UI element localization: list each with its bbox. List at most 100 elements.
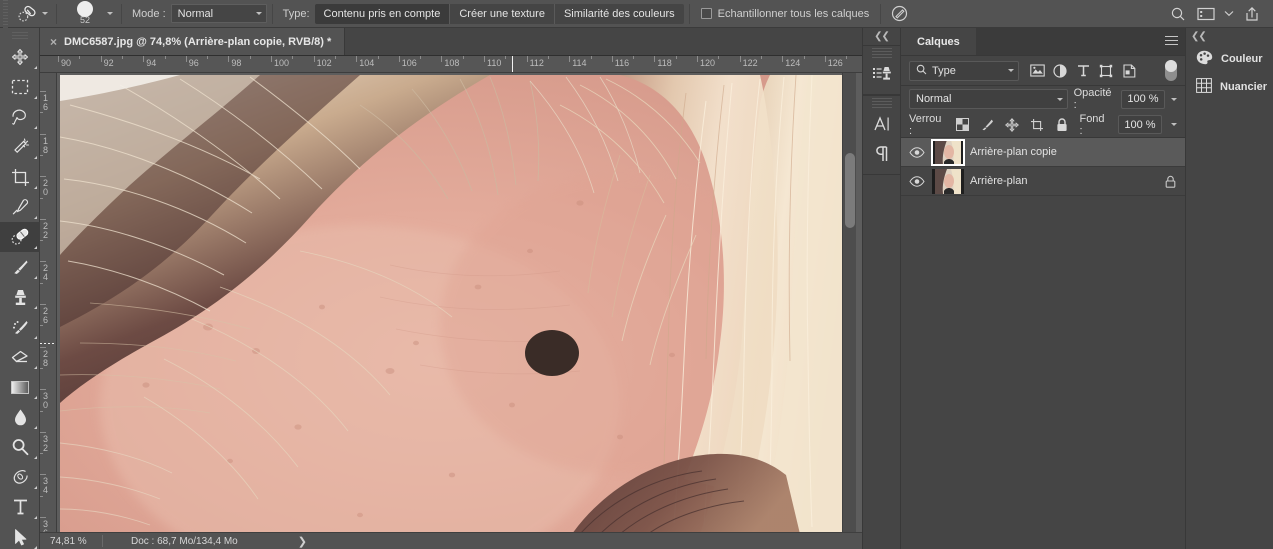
brush-preset-picker[interactable]: 52 [62, 0, 116, 28]
document-canvas[interactable] [57, 73, 862, 532]
layer-blend-mode-select[interactable]: Normal [909, 89, 1068, 109]
layer-name: Arrière-plan [970, 175, 1028, 187]
collapse-panel-icon[interactable]: ❮❮ [863, 28, 900, 45]
clone-stamp-tool[interactable] [0, 282, 40, 312]
lock-all-icon[interactable] [1054, 117, 1070, 133]
layer-visibility-toggle[interactable] [907, 175, 926, 187]
lock-artboard-icon[interactable] [1029, 117, 1045, 133]
lock-transparency-icon[interactable] [954, 117, 970, 133]
filter-enable-toggle[interactable] [1165, 60, 1177, 81]
table-row[interactable]: Arrière-plan copie [901, 138, 1185, 167]
ruler-tick-minor [40, 282, 43, 284]
tool-flyout-indicator [34, 486, 37, 489]
sample-all-layers-checkbox[interactable] [700, 8, 712, 19]
layer-filter-icons [1029, 63, 1137, 79]
ruler-tick-minor [40, 240, 43, 242]
vertical-ruler[interactable]: 16 18 20 22 24 26 28 30 32 34 36 [40, 73, 57, 532]
magic-wand-tool[interactable] [0, 132, 40, 162]
pen-tool[interactable] [0, 462, 40, 492]
swatches-panel-button[interactable]: Nuancier [1186, 73, 1273, 101]
character-panel-button[interactable] [863, 110, 900, 140]
tab-calques[interactable]: Calques [901, 28, 976, 55]
eyedropper-tool[interactable] [0, 192, 40, 222]
fill-type-segmented-control: Contenu pris en compte Créer une texture… [314, 3, 684, 24]
adjustment-layer-filter-icon[interactable] [1052, 63, 1068, 79]
ruler-label: 118 [657, 58, 672, 68]
marquee-tool[interactable] [0, 72, 40, 102]
type-option-create-texture[interactable]: Créer une texture [450, 3, 555, 24]
ruler-tick-minor [377, 56, 379, 59]
ruler-label: 106 [401, 58, 417, 68]
ruler-label: 124 [785, 58, 801, 68]
type-option-color-similarity[interactable]: Similarité des couleurs [554, 3, 684, 24]
pixel-layer-filter-icon[interactable] [1029, 63, 1045, 79]
layer-thumbnail[interactable] [931, 138, 965, 166]
move-tool[interactable] [0, 42, 40, 72]
table-row[interactable]: Arrière-plan [901, 167, 1185, 196]
canvas-vertical-scrollbar[interactable] [842, 73, 856, 532]
status-bar: 74,81 % Doc : 68,7 Mo/134,4 Mo ❯ [40, 532, 862, 549]
pressure-tablet-icon[interactable] [886, 2, 912, 26]
paragraph-panel-button[interactable] [863, 140, 900, 170]
eraser-tool[interactable] [0, 342, 40, 372]
brush-tool[interactable] [0, 252, 40, 282]
gradient-tool[interactable] [0, 372, 40, 402]
status-expand-arrow-icon[interactable]: ❯ [298, 535, 307, 548]
layer-locked-icon[interactable] [1163, 175, 1177, 188]
ruler-tick-minor [675, 56, 677, 59]
type-layer-filter-icon[interactable] [1075, 63, 1091, 79]
layer-filter-type-select[interactable]: Type [909, 60, 1019, 81]
type-option-content-aware[interactable]: Contenu pris en compte [314, 3, 451, 24]
current-tool-chip[interactable] [11, 3, 51, 25]
fill-stepper-chevron-icon[interactable] [1171, 123, 1177, 126]
zoom-level-field[interactable]: 74,81 % [40, 536, 102, 547]
fill-field[interactable]: 100 % [1118, 115, 1162, 134]
dodge-tool[interactable] [0, 432, 40, 462]
path-selection-tool[interactable] [0, 522, 40, 549]
close-icon[interactable]: × [50, 36, 57, 48]
photo-image[interactable] [60, 75, 845, 532]
ruler-tick-minor [420, 56, 422, 59]
blend-mode-select[interactable]: Normal [170, 4, 267, 23]
vertical-scrollbar-thumb[interactable] [845, 153, 855, 228]
clone-source-panel-button[interactable] [863, 60, 900, 90]
ruler-tick-minor [547, 56, 549, 59]
layer-thumbnail[interactable] [932, 168, 964, 194]
tools-panel-grip[interactable] [0, 28, 39, 42]
blur-tool[interactable] [0, 402, 40, 432]
opacity-stepper-chevron-icon[interactable] [1171, 97, 1177, 101]
history-brush-tool[interactable] [0, 312, 40, 342]
type-tool[interactable] [0, 492, 40, 522]
panel-group-grip[interactable] [871, 48, 892, 58]
healing-brush-tool[interactable] [0, 222, 40, 252]
options-bar-grip[interactable] [0, 0, 11, 28]
tool-preset-chevron-icon[interactable] [42, 12, 48, 15]
brush-picker-chevron-icon[interactable] [107, 12, 113, 15]
search-icon[interactable] [1165, 2, 1191, 26]
layer-visibility-toggle[interactable] [907, 146, 926, 158]
ruler-tick [185, 56, 187, 62]
sample-all-layers-checkbox-row[interactable]: Echantillonner tous les calques [695, 8, 876, 20]
chevron-down-icon[interactable] [1221, 2, 1237, 26]
ruler-tick [40, 474, 46, 476]
shape-layer-filter-icon[interactable] [1098, 63, 1114, 79]
ruler-tick-minor [803, 56, 805, 59]
opacity-field[interactable]: 100 % [1121, 89, 1165, 109]
crop-tool[interactable] [0, 162, 40, 192]
workspace-icon[interactable] [1193, 2, 1219, 26]
lock-position-icon[interactable] [1004, 117, 1020, 133]
share-icon[interactable] [1239, 2, 1265, 26]
opacity-label: Opacité : [1073, 87, 1112, 111]
color-panel-button[interactable]: Couleur [1186, 45, 1273, 73]
layer-filter-value: Type [932, 64, 956, 77]
options-divider-2 [121, 3, 122, 24]
panel-group-grip-2[interactable] [871, 98, 892, 108]
panel-menu-icon[interactable] [1157, 28, 1185, 55]
smart-object-filter-icon[interactable] [1121, 63, 1137, 79]
collapse-panel-icon[interactable]: ❮❮ [1186, 28, 1273, 45]
horizontal-ruler[interactable]: 90 92 94 96 98 100 102 104 106 108 110 112 114 116 118… [40, 56, 862, 73]
lock-image-icon[interactable] [979, 117, 995, 133]
lasso-tool[interactable] [0, 102, 40, 132]
ruler-tick-minor [40, 197, 43, 199]
document-tab[interactable]: × DMC6587.jpg @ 74,8% (Arrière-plan copi… [40, 28, 346, 55]
